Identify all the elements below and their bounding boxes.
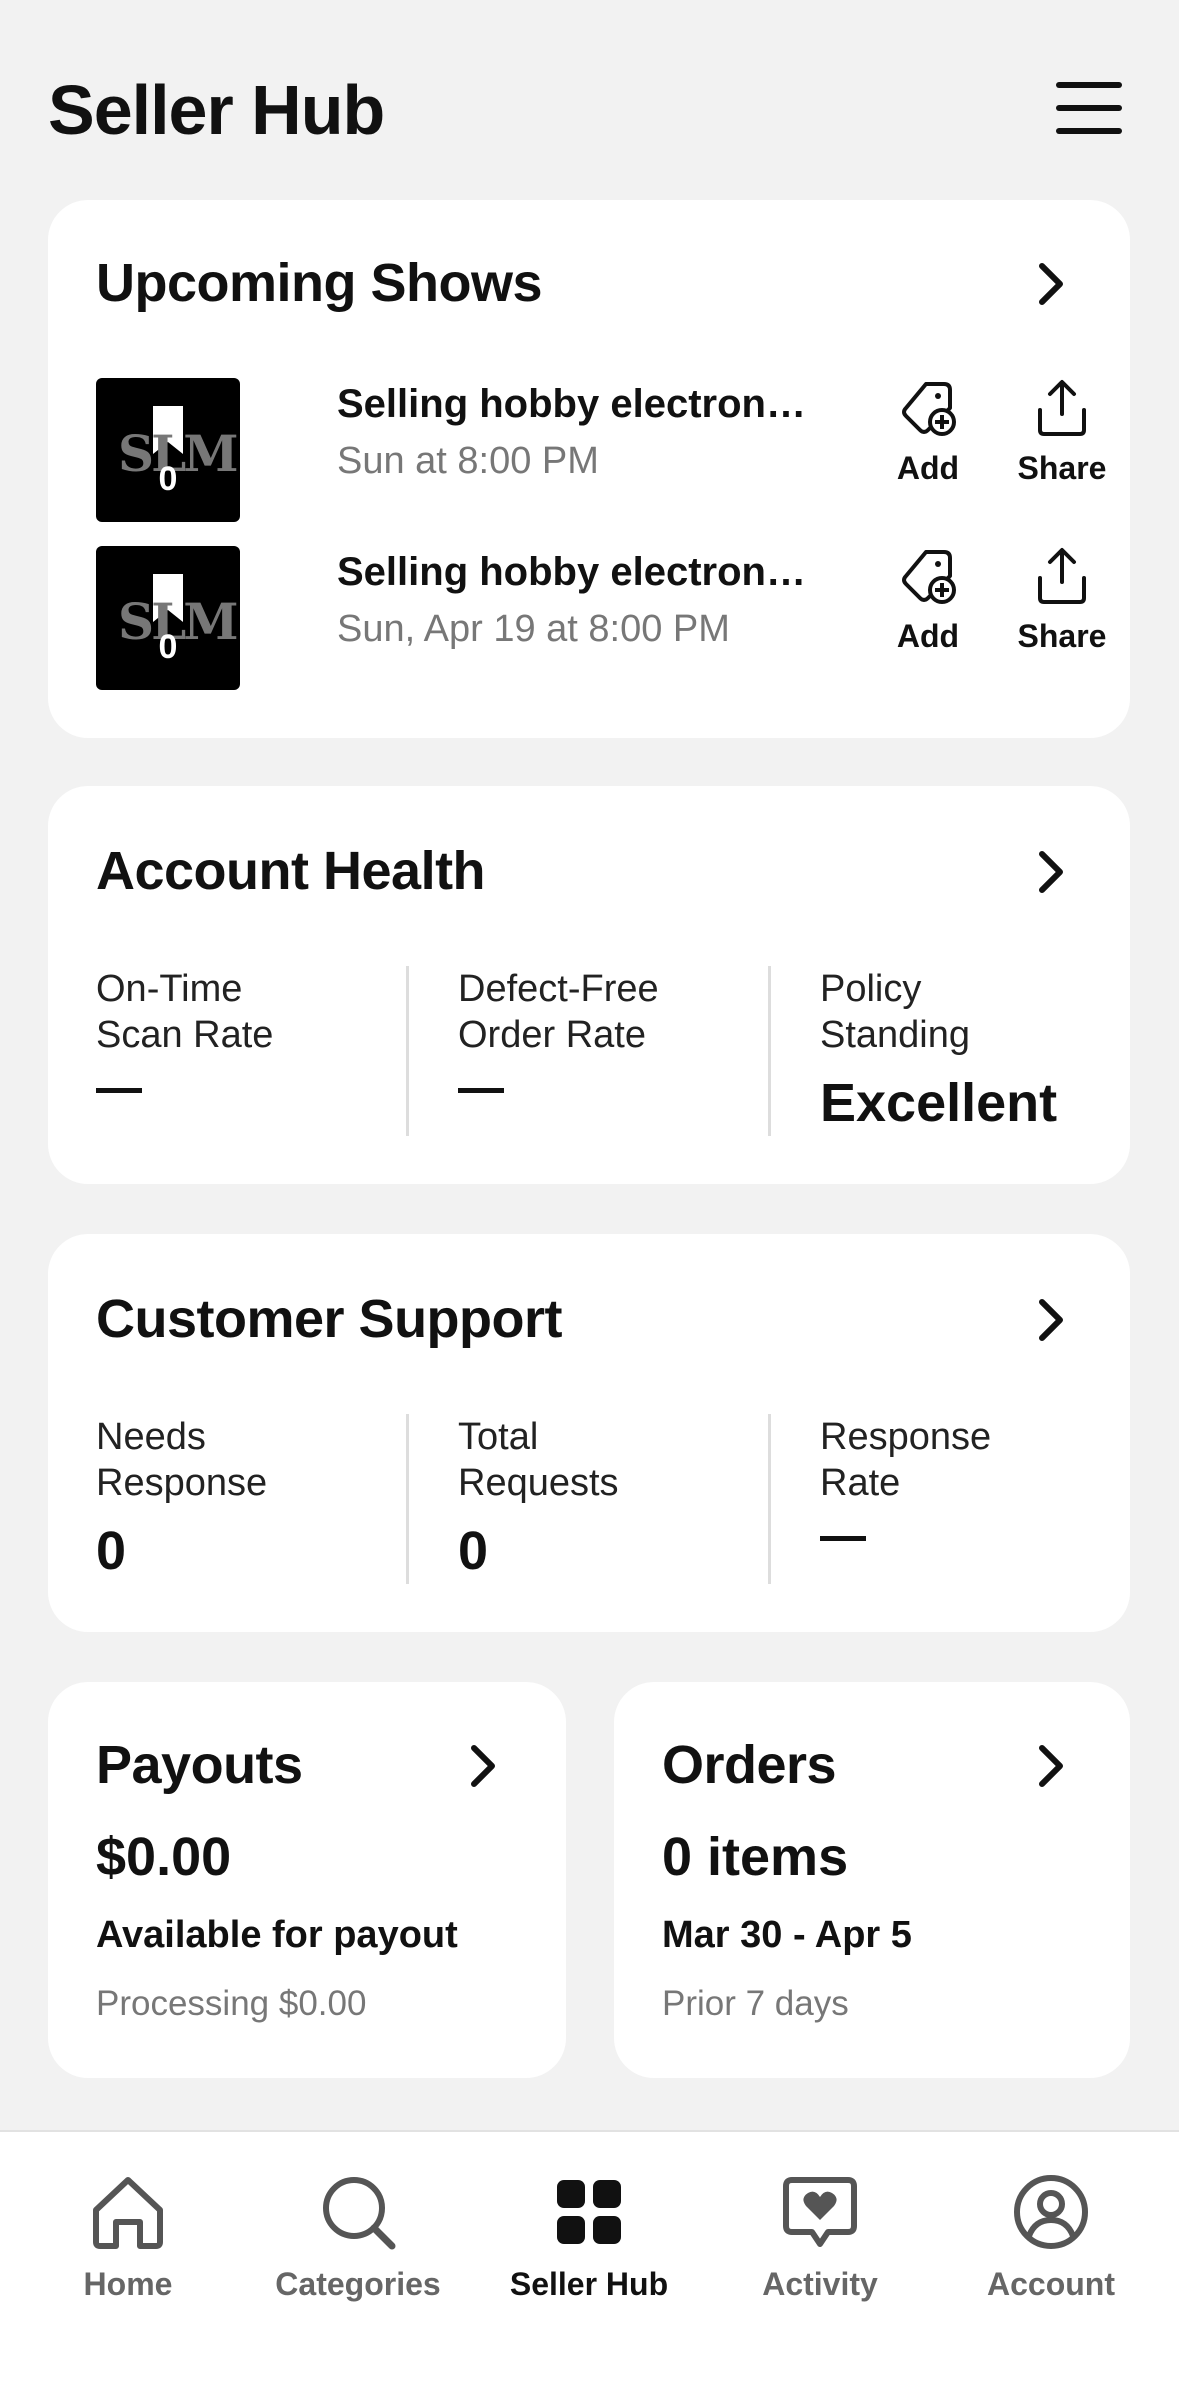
divider — [768, 966, 771, 1136]
add-button[interactable]: Add — [868, 378, 988, 522]
orders-note: Prior 7 days — [662, 1984, 849, 2023]
orders-count: 0 items — [662, 1827, 849, 1887]
defect-free-order-rate: Defect-Free Order Rate — [458, 966, 798, 1093]
share-label: Share — [1017, 450, 1107, 486]
upcoming-shows-card: Upcoming Shows SLM 0 Selling hobby elect… — [48, 200, 1130, 738]
thumb-count: 0 — [158, 628, 178, 666]
heart-chat-icon — [783, 2177, 857, 2247]
empty-value-dash — [820, 1536, 866, 1541]
share-icon — [1038, 548, 1086, 604]
empty-value-dash — [458, 1088, 504, 1093]
add-label: Add — [896, 450, 960, 486]
chevron-right-icon[interactable] — [1034, 260, 1068, 308]
total-requests-value: 0 — [458, 1521, 489, 1581]
needs-response: Needs Response 0 — [96, 1414, 436, 1582]
nav-activity[interactable]: Activity — [702, 2154, 938, 2304]
share-button[interactable]: Share — [1002, 378, 1122, 522]
total-requests: Total Requests 0 — [458, 1414, 798, 1582]
divider — [406, 1414, 409, 1584]
orders-range: Mar 30 - Apr 5 — [662, 1914, 912, 1956]
payout-subtitle: Available for payout — [96, 1914, 458, 1956]
show-title: Selling hobby electronics — [337, 550, 807, 594]
tag-add-icon — [902, 550, 956, 604]
hamburger-menu-icon[interactable] — [1056, 82, 1122, 134]
chevron-right-icon[interactable] — [1034, 1296, 1068, 1344]
orders-title: Orders — [662, 1735, 837, 1795]
upcoming-shows-title[interactable]: Upcoming Shows — [96, 252, 543, 314]
show-row[interactable]: SLM 0 Selling hobby electronics Sun at 8… — [96, 378, 1128, 522]
show-thumbnail: SLM 0 — [96, 546, 240, 690]
add-button[interactable]: Add — [868, 546, 988, 690]
tag-add-icon — [902, 382, 956, 436]
thumb-count: 0 — [158, 460, 178, 498]
account-health-card[interactable]: Account Health On-Time Scan Rate Defect-… — [48, 786, 1130, 1184]
grid-icon — [557, 2180, 621, 2244]
payouts-card[interactable]: Payouts $0.00 Available for payout Proce… — [48, 1682, 566, 2078]
show-thumbnail: SLM 0 — [96, 378, 240, 522]
customer-support-card[interactable]: Customer Support Needs Response 0 Total … — [48, 1234, 1130, 1632]
divider — [768, 1414, 771, 1584]
response-rate: Response Rate — [820, 1414, 1160, 1541]
show-time: Sun, Apr 19 at 8:00 PM — [337, 608, 730, 650]
nav-account[interactable]: Account — [933, 2154, 1169, 2304]
top-bar: Seller Hub — [0, 0, 1179, 200]
home-icon — [93, 2177, 163, 2249]
nav-home[interactable]: Home — [10, 2154, 246, 2304]
orders-card[interactable]: Orders 0 items Mar 30 - Apr 5 Prior 7 da… — [614, 1682, 1130, 2078]
bottom-nav: Home Categories Seller Hub Activity Acco… — [0, 2130, 1179, 2396]
payout-processing: Processing $0.00 — [96, 1984, 367, 2023]
chevron-right-icon[interactable] — [466, 1742, 500, 1790]
empty-value-dash — [96, 1088, 142, 1093]
policy-standing-value: Excellent — [820, 1073, 1058, 1133]
share-icon — [1038, 380, 1086, 436]
needs-response-value: 0 — [96, 1521, 127, 1581]
policy-standing: Policy Standing Excellent — [820, 966, 1160, 1134]
share-label: Share — [1017, 618, 1107, 654]
page-title: Seller Hub — [48, 71, 385, 149]
show-time: Sun at 8:00 PM — [337, 440, 599, 482]
account-health-title: Account Health — [96, 841, 486, 901]
chevron-right-icon[interactable] — [1034, 1742, 1068, 1790]
search-icon — [323, 2177, 396, 2250]
nav-categories[interactable]: Categories — [240, 2154, 476, 2304]
payout-amount: $0.00 — [96, 1827, 232, 1887]
add-label: Add — [896, 618, 960, 654]
chevron-right-icon[interactable] — [1034, 848, 1068, 896]
account-icon — [1014, 2175, 1088, 2249]
show-row[interactable]: SLM 0 Selling hobby electronics Sun, Apr… — [96, 546, 1128, 690]
show-title: Selling hobby electronics — [337, 382, 807, 426]
customer-support-title: Customer Support — [96, 1289, 563, 1349]
nav-seller-hub[interactable]: Seller Hub — [471, 2154, 707, 2304]
payouts-title: Payouts — [96, 1735, 303, 1795]
divider — [406, 966, 409, 1136]
share-button[interactable]: Share — [1002, 546, 1122, 690]
on-time-scan-rate: On-Time Scan Rate — [96, 966, 436, 1093]
